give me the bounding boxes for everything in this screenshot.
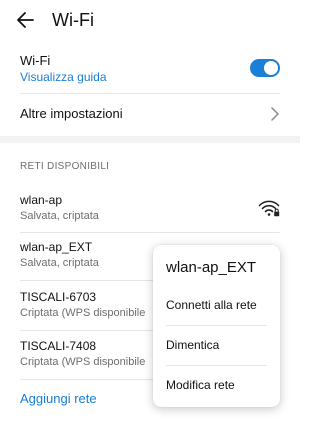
network-item-wlan-ap[interactable]: wlan-ap Salvata, criptata — [20, 193, 280, 233]
section-gap — [0, 136, 300, 143]
forget-menu-item[interactable]: Dimentica — [166, 327, 267, 365]
other-settings-row[interactable]: Altre impostazioni — [20, 97, 280, 131]
menu-item-label: Dimentica — [166, 338, 220, 352]
guide-link[interactable]: Visualizza guida — [20, 70, 107, 84]
arrow-left-icon — [17, 12, 34, 28]
wifi-label: Wi-Fi — [20, 53, 51, 68]
modify-network-menu-item[interactable]: Modifica rete — [166, 367, 267, 405]
divider — [20, 93, 280, 94]
menu-item-label: Modifica rete — [166, 378, 235, 392]
network-status: Criptata (WPS disponibile — [20, 356, 146, 368]
wifi-settings-screen: Wi-Fi Wi-Fi Visualizza guida Altre impos… — [0, 0, 300, 421]
network-status: Salvata, criptata — [20, 257, 99, 269]
wifi-lock-icon — [258, 200, 280, 217]
wifi-toggle-switch[interactable] — [250, 59, 280, 77]
network-context-menu: wlan-ap_EXT Connetti alla rete Dimentica… — [153, 245, 280, 407]
network-name: wlan-ap — [20, 193, 63, 207]
menu-divider — [166, 325, 267, 326]
connect-menu-item[interactable]: Connetti alla rete — [166, 287, 267, 325]
network-name: wlan-ap_EXT — [20, 240, 93, 254]
other-settings-label: Altre impostazioni — [20, 106, 123, 121]
available-networks-heading: RETI DISPONIBILI — [20, 161, 110, 172]
wifi-toggle-row: Wi-Fi Visualizza guida — [20, 53, 280, 89]
network-name: TISCALI-7408 — [20, 339, 97, 353]
network-status: Salvata, criptata — [20, 210, 99, 222]
menu-title: wlan-ap_EXT — [166, 259, 257, 276]
header: Wi-Fi — [0, 0, 300, 44]
network-status: Criptata (WPS disponibile — [20, 307, 146, 319]
chevron-right-icon — [271, 107, 279, 121]
add-network-link[interactable]: Aggiungi rete — [20, 391, 97, 406]
menu-item-label: Connetti alla rete — [166, 298, 257, 312]
toggle-knob — [264, 61, 278, 75]
page-title: Wi-Fi — [52, 10, 94, 30]
menu-divider — [166, 365, 267, 366]
divider — [20, 232, 280, 233]
network-name: TISCALI-6703 — [20, 290, 97, 304]
back-button[interactable] — [14, 9, 36, 31]
